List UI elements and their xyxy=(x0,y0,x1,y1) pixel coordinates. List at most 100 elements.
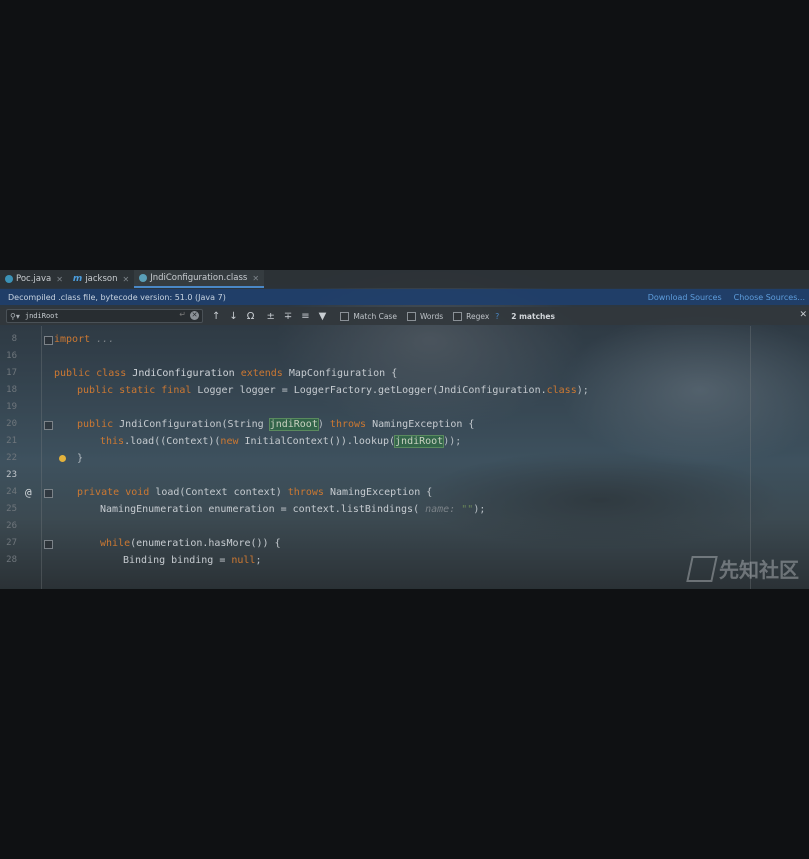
code-line: 8 import ... xyxy=(0,331,809,348)
search-match-highlight: jndiRoot xyxy=(394,435,445,448)
match-case-label: Match Case xyxy=(353,311,397,321)
code-text: NamingEnumeration enumeration = context.… xyxy=(100,501,485,518)
class-name: JndiConfiguration xyxy=(132,368,235,379)
fold-icon[interactable] xyxy=(44,336,53,345)
keyword: throws xyxy=(287,487,324,498)
add-selection-icon[interactable]: ± xyxy=(266,311,274,322)
variable-decl: NamingEnumeration enumeration = context.… xyxy=(100,504,420,515)
decompiled-message: Decompiled .class file, bytecode version… xyxy=(8,292,226,302)
download-sources-link[interactable]: Download Sources xyxy=(648,293,722,302)
line-number: 23 xyxy=(6,470,17,480)
select-all-occurrences-icon[interactable]: ≡ xyxy=(301,311,309,322)
class-icon xyxy=(5,275,13,283)
constructor-sig: JndiConfiguration(String xyxy=(119,419,264,430)
code-text: public static final Logger logger = Logg… xyxy=(77,382,589,399)
keyword: extends xyxy=(240,368,283,379)
find-search-box: ⚲▾ ↵ ✕ xyxy=(6,309,203,323)
punctuation: ); xyxy=(473,504,486,515)
code-line: 25 NamingEnumeration enumeration = conte… xyxy=(0,501,809,518)
find-all-icon[interactable]: Ω xyxy=(247,311,255,322)
exception-type: NamingException { xyxy=(372,419,475,430)
line-number: 18 xyxy=(6,385,17,395)
search-input[interactable] xyxy=(22,311,157,321)
line-number: 25 xyxy=(6,504,17,514)
code-line: 27 while(enumeration.hasMore()) { xyxy=(0,535,809,552)
find-bar: ⚲▾ ↵ ✕ ↑ ↓ Ω ± ∓ ≡ ▼ Match Case Words Re… xyxy=(0,307,809,325)
folded-imports[interactable]: ... xyxy=(96,334,114,345)
superclass: MapConfiguration { xyxy=(288,368,398,379)
close-find-icon[interactable]: ✕ xyxy=(799,310,807,320)
ide-window: Poc.java ✕ m jackson ✕ JndiConfiguration… xyxy=(0,270,809,589)
logger-decl: Logger logger = LoggerFactory.getLogger(… xyxy=(197,385,547,396)
tab-jndiconfiguration-class[interactable]: JndiConfiguration.class ✕ xyxy=(134,270,265,288)
punctuation: ; xyxy=(255,555,262,566)
code-text: public JndiConfiguration(String jndiRoot… xyxy=(77,416,474,433)
enter-icon: ↵ xyxy=(179,310,186,319)
lightbulb-icon[interactable] xyxy=(59,455,66,462)
module-icon: m xyxy=(72,274,83,284)
punctuation: ); xyxy=(576,385,589,396)
condition: (enumeration.hasMore()) { xyxy=(130,538,281,549)
checkbox-box[interactable] xyxy=(406,311,416,321)
keyword: void xyxy=(125,487,150,498)
code-line: 24 @ private void load(Context context) … xyxy=(0,484,809,501)
search-icon[interactable]: ⚲▾ xyxy=(10,312,20,321)
code-line: 16 xyxy=(0,348,809,365)
variable-decl: Binding binding = xyxy=(123,555,232,566)
code-line: 19 xyxy=(0,399,809,416)
remove-selection-icon[interactable]: ∓ xyxy=(284,311,292,322)
watermark-logo-icon xyxy=(686,555,718,582)
fold-icon[interactable] xyxy=(44,540,53,549)
keyword: throws xyxy=(329,419,367,430)
regex-checkbox[interactable]: Regex xyxy=(453,311,490,321)
close-tab-icon[interactable]: ✕ xyxy=(56,275,63,284)
tab-label: JndiConfiguration.class xyxy=(150,273,248,283)
tab-jackson[interactable]: m jackson ✕ xyxy=(68,270,134,288)
fold-icon[interactable] xyxy=(44,489,53,498)
close-tab-icon[interactable]: ✕ xyxy=(123,275,130,284)
watermark: 先知社区 xyxy=(686,554,799,583)
code-line: 17 public class JndiConfiguration extend… xyxy=(0,365,809,382)
method-call: .load((Context)( xyxy=(124,436,221,447)
next-occurrence-icon[interactable]: ↓ xyxy=(229,311,237,322)
code-text: private void load(Context context) throw… xyxy=(77,484,432,501)
fold-icon[interactable] xyxy=(44,421,53,430)
line-number: 27 xyxy=(6,538,17,548)
regex-help-icon[interactable]: ? xyxy=(495,312,499,321)
keyword: this xyxy=(100,436,125,447)
keyword: public xyxy=(54,368,91,379)
code-line: 21 this.load((Context)(new InitialContex… xyxy=(0,433,809,450)
checkbox-box[interactable] xyxy=(453,311,463,321)
punctuation: ) xyxy=(317,419,324,430)
choose-sources-link[interactable]: Choose Sources... xyxy=(734,293,805,302)
keyword: import xyxy=(54,334,91,345)
punctuation: )); xyxy=(443,436,462,447)
exception-type: NamingException { xyxy=(329,487,433,498)
line-number: 20 xyxy=(6,419,17,429)
code-text: while(enumeration.hasMore()) { xyxy=(100,535,281,552)
close-tab-icon[interactable]: ✕ xyxy=(252,274,259,283)
editor-tab-bar: Poc.java ✕ m jackson ✕ JndiConfiguration… xyxy=(0,270,809,288)
previous-occurrence-icon[interactable]: ↑ xyxy=(212,311,220,322)
filter-icon[interactable]: ▼ xyxy=(319,311,327,322)
line-number: 19 xyxy=(6,402,17,412)
search-match-highlight: jndiRoot xyxy=(268,418,319,431)
tab-poc-java[interactable]: Poc.java ✕ xyxy=(0,270,68,288)
checkbox-box[interactable] xyxy=(340,311,350,321)
match-case-checkbox[interactable]: Match Case xyxy=(340,311,397,321)
line-number: 26 xyxy=(6,521,17,531)
words-label: Words xyxy=(419,311,444,321)
code-line: 23 xyxy=(0,467,809,484)
clear-search-icon[interactable]: ✕ xyxy=(190,311,199,320)
code-text: import ... xyxy=(54,331,114,348)
line-number: 22 xyxy=(6,453,17,463)
regex-label: Regex xyxy=(466,311,490,321)
annotation-at-icon[interactable]: @ xyxy=(25,484,32,501)
tab-label: Poc.java xyxy=(16,274,52,284)
keyword: public xyxy=(77,419,114,430)
code-line: 18 public static final Logger logger = L… xyxy=(0,382,809,399)
words-checkbox[interactable]: Words xyxy=(406,311,444,321)
code-editor[interactable]: 8 import ... 16 17 public class JndiConf… xyxy=(0,326,809,589)
keyword: while xyxy=(100,538,131,549)
keyword: private xyxy=(77,487,120,498)
